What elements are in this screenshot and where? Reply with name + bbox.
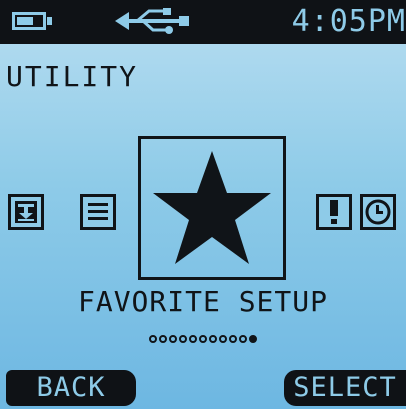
clock-icon — [365, 199, 391, 225]
page-dot — [199, 335, 207, 343]
page-dot — [229, 335, 237, 343]
star-icon — [153, 151, 271, 264]
back-button[interactable]: BACK — [6, 370, 136, 406]
usb-icon — [115, 8, 189, 34]
page-dot — [179, 335, 187, 343]
page-dot — [189, 335, 197, 343]
page-dot — [249, 335, 257, 343]
alert-item[interactable] — [316, 194, 352, 230]
battery-level — [17, 17, 33, 25]
select-button[interactable]: SELECT — [284, 370, 406, 406]
battery-tip — [47, 17, 52, 25]
download-item[interactable] — [8, 194, 44, 230]
list-item[interactable] — [80, 194, 116, 230]
clock-time: 4:05PM — [291, 4, 406, 39]
page-dot — [209, 335, 217, 343]
download-icon — [15, 201, 37, 223]
page-dot — [149, 335, 157, 343]
page-title: UTILITY — [6, 60, 139, 93]
page-dot — [219, 335, 227, 343]
device-screen: 4:05PM UTILITY FAVORITE SETUP BACK SELEC… — [0, 0, 406, 409]
list-icon — [88, 203, 108, 220]
alert-icon — [330, 200, 338, 224]
selected-item-frame[interactable] — [138, 136, 286, 280]
battery-icon — [12, 12, 46, 30]
page-dot — [159, 335, 167, 343]
page-indicator — [0, 333, 406, 349]
page-dot — [239, 335, 247, 343]
clock-item[interactable] — [360, 194, 396, 230]
selected-item-label: FAVORITE SETUP — [77, 285, 328, 318]
status-bar: 4:05PM — [0, 0, 406, 44]
page-dot — [169, 335, 177, 343]
